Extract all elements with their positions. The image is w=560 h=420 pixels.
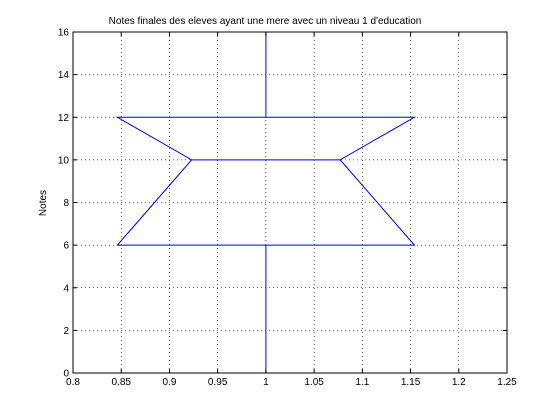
y-tick-label: 14 [58,70,70,81]
x-tick-label: 1.2 [452,377,466,388]
x-tick-label: 0.95 [208,377,228,388]
y-tick-label: 16 [58,28,70,39]
x-tick-label: 0.9 [162,377,176,388]
x-tick-label: 1.25 [497,377,517,388]
figure-background [0,0,560,420]
y-tick-label: 12 [58,113,70,124]
y-tick-label: 2 [63,326,69,337]
x-tick-label: 1.1 [355,377,369,388]
y-tick-label: 8 [63,198,69,209]
figure: Notes finales des eleves ayant une mere … [0,0,560,420]
y-tick-label: 6 [63,241,69,252]
x-tick-label: 1.15 [401,377,421,388]
y-axis-label: Notes [38,190,49,216]
y-tick-label: 10 [58,155,70,166]
x-tick-label: 1.05 [304,377,324,388]
x-tick-label: 1 [263,377,269,388]
y-tick-label: 0 [63,369,69,380]
x-tick-label: 0.85 [111,377,131,388]
chart-title: Notes finales des eleves ayant une mere … [109,16,422,27]
y-tick-label: 4 [63,283,69,294]
